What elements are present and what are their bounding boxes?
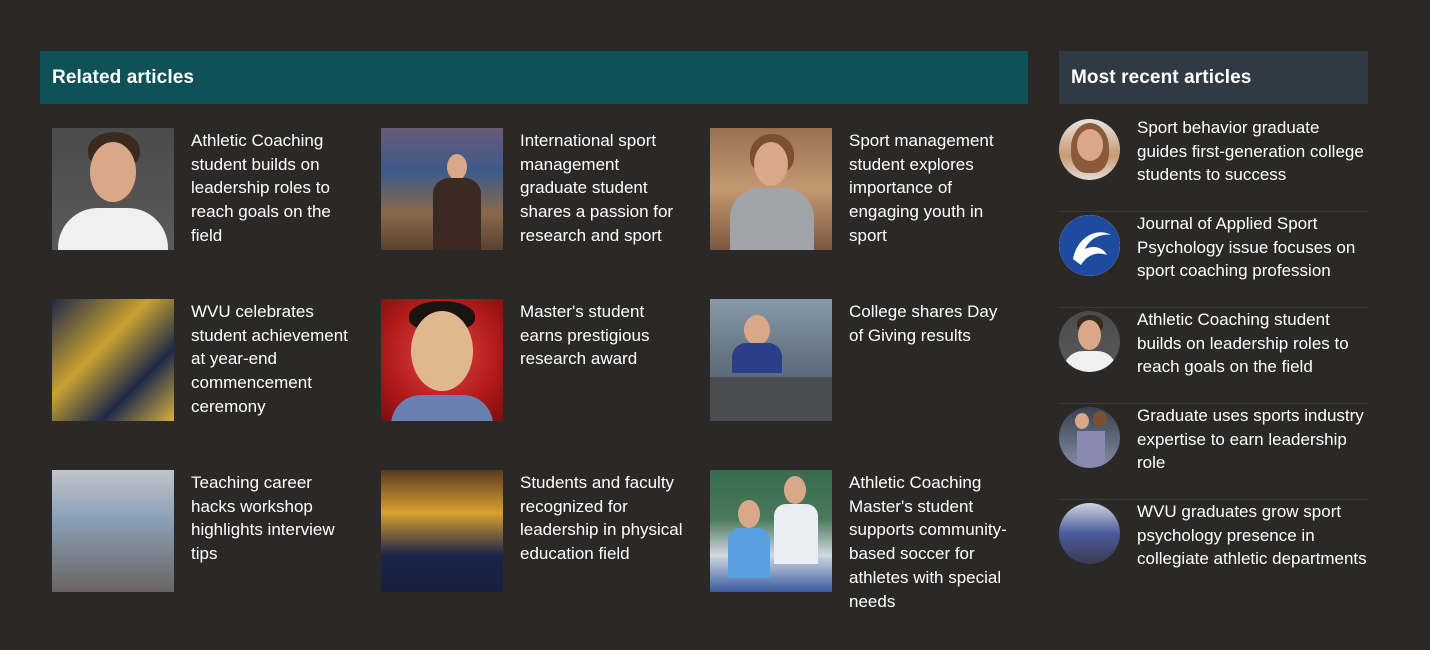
recent-article-title[interactable]: Sport behavior graduate guides first-gen…	[1137, 116, 1368, 187]
related-article-card[interactable]: Master's student earns prestigious resea…	[381, 299, 710, 470]
related-article-card[interactable]: Students and faculty recognized for lead…	[381, 470, 710, 641]
recent-article-item[interactable]: Athletic Coaching student builds on lead…	[1059, 308, 1368, 404]
soccer-photo[interactable]	[710, 470, 832, 592]
related-article-title[interactable]: College shares Day of Giving results	[849, 300, 1014, 347]
related-articles-section: Related articles Athletic Coaching stude…	[40, 51, 1028, 641]
related-article-card[interactable]: WVU celebrates student achievement at ye…	[52, 299, 381, 470]
most-recent-articles-header: Most recent articles	[1059, 51, 1368, 104]
commencement-photo[interactable]	[52, 299, 174, 421]
related-article-card[interactable]: College shares Day of Giving results	[710, 299, 1028, 470]
recent-article-item[interactable]: Journal of Applied Sport Psychology issu…	[1059, 212, 1368, 308]
smiling-student-photo[interactable]	[381, 299, 503, 421]
workshop-photo[interactable]	[52, 470, 174, 592]
gym-portrait-photo[interactable]	[710, 128, 832, 250]
related-article-card[interactable]: International sport management graduate …	[381, 128, 710, 299]
meeting-photo[interactable]	[710, 299, 832, 421]
related-article-title[interactable]: WVU celebrates student achievement at ye…	[191, 300, 356, 419]
related-article-title[interactable]: International sport management graduate …	[520, 129, 685, 248]
booth-photo[interactable]	[381, 470, 503, 592]
journal-logo-avatar[interactable]	[1059, 215, 1120, 276]
recent-article-title[interactable]: Athletic Coaching student builds on lead…	[1137, 308, 1368, 379]
page: Related articles Athletic Coaching stude…	[0, 0, 1430, 650]
recent-article-title[interactable]: Journal of Applied Sport Psychology issu…	[1137, 212, 1368, 283]
related-article-card[interactable]: Sport management student explores import…	[710, 128, 1028, 299]
woman-avatar[interactable]	[1059, 119, 1120, 180]
student-avatar[interactable]	[1059, 311, 1120, 372]
related-article-title[interactable]: Teaching career hacks workshop highlight…	[191, 471, 356, 566]
recent-article-item[interactable]: WVU graduates grow sport psychology pres…	[1059, 500, 1368, 596]
related-article-title[interactable]: Sport management student explores import…	[849, 129, 1014, 248]
related-article-card[interactable]: Athletic Coaching student builds on lead…	[52, 128, 381, 299]
related-article-card[interactable]: Athletic Coaching Master's student suppo…	[710, 470, 1028, 641]
related-article-title[interactable]: Students and faculty recognized for lead…	[520, 471, 685, 566]
related-articles-header: Related articles	[40, 51, 1028, 104]
most-recent-articles-heading: Most recent articles	[1071, 66, 1252, 88]
team-jersey-avatar[interactable]	[1059, 407, 1120, 468]
related-articles-grid: Athletic Coaching student builds on lead…	[52, 128, 1028, 641]
classroom-avatar[interactable]	[1059, 503, 1120, 564]
most-recent-articles-list: Sport behavior graduate guides first-gen…	[1059, 116, 1368, 596]
related-article-title[interactable]: Athletic Coaching student builds on lead…	[191, 129, 356, 248]
related-articles-heading: Related articles	[52, 66, 195, 88]
recent-article-title[interactable]: Graduate uses sports industry expertise …	[1137, 404, 1368, 475]
recent-article-item[interactable]: Sport behavior graduate guides first-gen…	[1059, 116, 1368, 212]
related-article-title[interactable]: Master's student earns prestigious resea…	[520, 300, 685, 371]
related-article-card[interactable]: Teaching career hacks workshop highlight…	[52, 470, 381, 641]
student-portrait-photo[interactable]	[52, 128, 174, 250]
most-recent-articles-section: Most recent articles Sport behavior grad…	[1059, 51, 1368, 596]
arena-photo[interactable]	[381, 128, 503, 250]
recent-article-item[interactable]: Graduate uses sports industry expertise …	[1059, 404, 1368, 500]
related-article-title[interactable]: Athletic Coaching Master's student suppo…	[849, 471, 1014, 613]
recent-article-title[interactable]: WVU graduates grow sport psychology pres…	[1137, 500, 1368, 571]
